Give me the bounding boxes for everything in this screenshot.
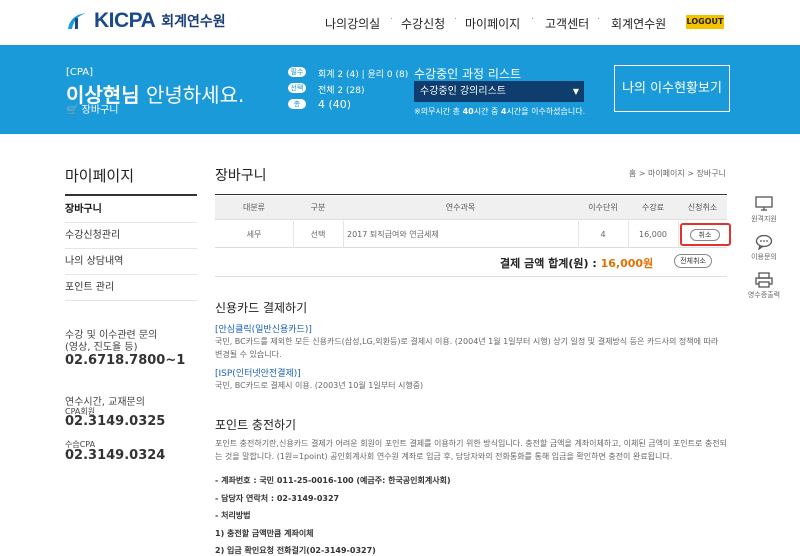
inquiry-button[interactable]: 이용문의 [744,234,784,262]
nav-separator: · [597,14,601,25]
cancel-all-button[interactable]: 전체취소 [674,254,712,268]
required-hours-note: ※의무시간 총 40시간 중 4시간을 이수하셨습니다. [414,106,585,117]
elective-badge: 선택 [288,83,306,93]
col-subject: 연수과목 [445,203,476,212]
sidebar-divider [65,194,197,196]
cart-link[interactable]: 🛒 장바구니 [66,101,118,116]
logo-subtitle: 회계연수원 [161,14,226,30]
point-charge-text: 포인트 충전하기란,신용카드 결제가 어려운 회원이 포인트 결제를 이용하기 … [215,439,727,461]
row-category: 세무 [246,230,262,239]
required-badge: 필수 [288,67,306,77]
logo-mark: KICPA [94,9,156,32]
contact1-phone: 02.6718.7800~1 [65,353,186,368]
nav-course-registration[interactable]: 수강신청 [401,15,445,32]
row-type: 선택 [310,230,326,239]
nav-customer-center[interactable]: 고객센터 [545,15,589,32]
col-type: 구분 [310,203,326,212]
row-fee: 16,000 [639,230,667,239]
row-units: 4 [600,230,606,239]
isp-text: 국민, BC카드로 결제시 이용. (2003년 10월 1일부터 시행중) [215,381,424,390]
chat-bubble-icon [755,234,773,250]
row-subject: 2017 퇴직급여와 연금세제 [347,230,439,239]
course-list-select[interactable]: 수강중인 강의리스트 ▼ [414,81,584,102]
process-step-2: 2) 입금 확인요청 전화걸기(02-3149-0327) [215,546,376,555]
dropdown-arrow-icon: ▼ [572,87,579,96]
payment-total: 결제 금액 합계(원) : 16,000원 [500,255,653,271]
nav-mypage[interactable]: 마이페이지 [465,15,520,32]
member-type-tag: [CPA] [66,67,94,78]
course-list-title: 수강중인 과정 리스트 [414,67,521,81]
cart-icon: 🛒 [66,105,79,116]
elective-stat: 전체 2 (28) [318,86,365,96]
col-fee: 수강료 [641,203,665,212]
table-row: 세무 선택 2017 퇴직급여와 연금세제 4 16,000 [215,221,727,248]
payment-total-amount: 16,000원 [600,257,654,270]
receipt-button[interactable]: 영수증출력 [744,272,784,300]
contact3-phone: 02.3149.0324 [65,448,166,463]
note-prefix: ※의무시간 총 [414,107,463,116]
sidebar-title: 마이페이지 [65,167,135,185]
remote-support-label: 원격지원 [751,215,777,223]
logo-icon [68,13,86,29]
printer-icon [755,272,773,288]
nav-separator: · [454,14,458,25]
point-charge-title: 포인트 충전하기 [215,418,297,432]
process-step-1: 1) 충전할 금액만큼 계좌이체 [215,529,314,538]
greeting-text: 안녕하세요. [139,83,245,107]
isp-title: [ISP(인터넷안전결제)] [215,369,301,379]
nav-my-classroom[interactable]: 나의강의실 [325,15,380,32]
total-badge: 총 [288,99,306,109]
cart-link-label: 장바구니 [81,105,119,116]
contact2-phone: 02.3149.0325 [65,414,166,429]
nav-separator: · [390,14,394,25]
sidebar-item-registration[interactable]: 수강신청관리 [65,223,197,249]
sidebar-item-cart[interactable]: 장바구니 [65,197,197,223]
payment-total-label: 결제 금액 합계(원) : [500,257,601,270]
nav-separator: · [531,14,535,25]
col-category: 대분류 [242,203,266,212]
nav-academy[interactable]: 회계연수원 [611,15,666,32]
page-title: 장바구니 [215,168,267,184]
safe-click-text: 국민, BC카드를 제외한 모든 신용카드(삼성,LG,외환등)로 결제시 이용… [215,337,719,359]
title-divider [215,194,727,195]
remote-support-button[interactable]: 원격지원 [744,196,784,224]
logo[interactable]: KICPA 회계연수원 [66,9,226,33]
note-total-hours: 40 [462,107,474,116]
receipt-label: 영수증출력 [747,291,781,299]
note-mid: 시간 중 [473,107,501,116]
account-number: - 계좌번호 : 국민 011-25-0016-100 (예금주: 한국공인회계… [215,476,451,485]
required-stat: 회계 2 (4) | 윤리 0 (8) [318,70,409,80]
sidebar-item-points[interactable]: 포인트 관리 [65,275,197,301]
logout-button[interactable]: LOGOUT [686,15,724,29]
col-units: 이수단위 [588,203,618,212]
total-stat: 4 (40) [318,98,352,111]
contact1-label-sub: (영상, 진도율 등) [65,342,138,353]
completion-history-button[interactable]: 나의 이수현황보기 [614,65,730,112]
safe-click-title: [안심클릭(일반신용카드)] [215,325,312,335]
inquiry-label: 이용문의 [751,253,777,261]
user-banner: [CPA] 이상현님 안녕하세요. 🛒 장바구니 필수 회계 2 (4) | 윤… [0,45,800,134]
course-list-select-value: 수강중인 강의리스트 [420,86,506,97]
sidebar-item-consultation[interactable]: 나의 상담내역 [65,249,197,275]
cancel-button[interactable]: 취소 [690,229,720,241]
top-header: KICPA 회계연수원 나의강의실 · 수강신청 · 마이페이지 · 고객센터 … [0,0,800,45]
card-payment-title: 신용카드 결제하기 [215,301,308,315]
section-divider [215,276,727,277]
process-heading: - 처리방법 [215,511,251,520]
cell-divider [343,221,344,248]
cart-table-header: 대분류 구분 연수과목 이수단위 수강료 신청취소 [215,196,727,220]
cell-divider [678,221,679,248]
monitor-icon [755,196,773,211]
col-cancel: 신청취소 [687,203,718,212]
breadcrumb: 홈 > 마이페이지 > 장바구니 [628,169,726,178]
note-suffix: 시간을 이수하셨습니다. [506,107,586,116]
contact-number: - 담당자 연락처 : 02-3149-0327 [215,494,340,503]
